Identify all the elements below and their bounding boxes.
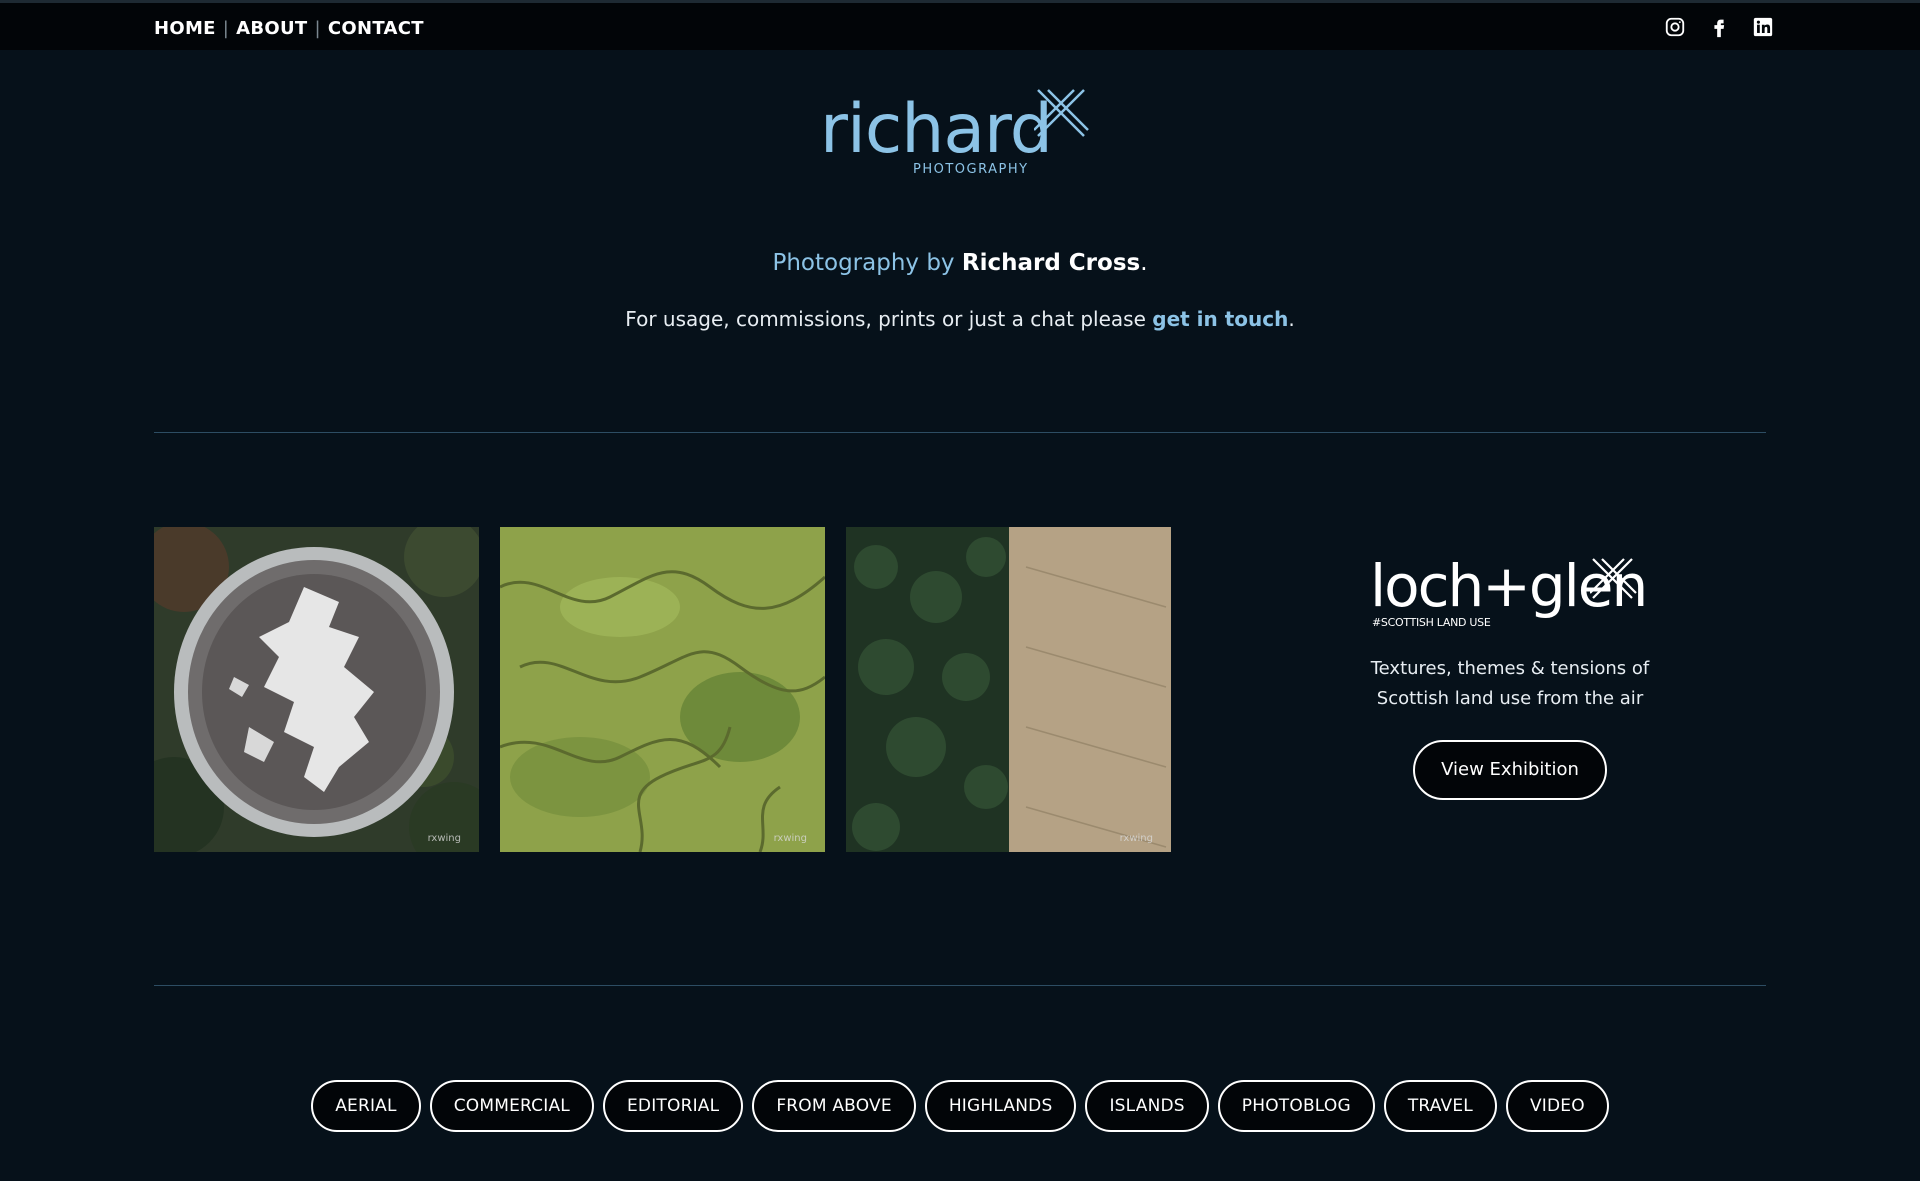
category-buttons: AERIAL COMMERCIAL EDITORIAL FROM ABOVE H… [0, 1080, 1920, 1132]
exhibition-description: Textures, themes & tensions of Scottish … [1340, 654, 1680, 714]
nav-about[interactable]: ABOUT [236, 18, 307, 39]
category-video[interactable]: VIDEO [1505, 1080, 1609, 1132]
photo-watermark: rxwing [1119, 833, 1153, 844]
category-commercial[interactable]: COMMERCIAL [429, 1080, 594, 1132]
nav-contact[interactable]: CONTACT [328, 18, 424, 39]
divider [154, 432, 1766, 433]
top-bar: HOME | ABOUT | CONTACT [0, 0, 1920, 50]
linkedin-icon[interactable] [1752, 16, 1774, 38]
site-logo[interactable]: richard PHOTOGRAPHY [820, 84, 1090, 184]
tagline-name: Richard Cross [961, 250, 1141, 276]
category-photoblog[interactable]: PHOTOBLOG [1217, 1080, 1375, 1132]
view-exhibition-button[interactable]: View Exhibition [1413, 740, 1607, 800]
usage-text: For usage, commissions, prints or just a… [0, 307, 1920, 331]
exhibition-description-line: Textures, themes & tensions of [1370, 658, 1650, 679]
exhibition-promo: loch+glen #SCOTTISH LAND USE Textures, t… [1340, 552, 1680, 800]
photo-scotland-pond[interactable]: rxwing [154, 527, 479, 852]
nav-home[interactable]: HOME [154, 18, 216, 39]
featured-photos: rxwing rxwing rxwing [154, 527, 1171, 852]
loch-glen-x-mark-icon [1590, 558, 1637, 599]
main-nav: HOME | ABOUT | CONTACT [154, 18, 424, 39]
usage-suffix: . [1288, 307, 1295, 331]
instagram-icon[interactable] [1664, 16, 1686, 38]
usage-prefix: For usage, commissions, prints or just a… [625, 307, 1153, 331]
exhibition-description-line: Scottish land use from the air [1376, 688, 1644, 709]
divider [154, 985, 1766, 986]
category-editorial[interactable]: EDITORIAL [602, 1080, 744, 1132]
nav-separator: | [222, 18, 230, 39]
logo-subtitle: PHOTOGRAPHY [913, 162, 1029, 177]
category-highlands[interactable]: HIGHLANDS [924, 1080, 1077, 1132]
logo-wordmark: richard [820, 90, 1053, 169]
tagline: Photography by Richard Cross. [0, 250, 1920, 276]
tagline-prefix: Photography by [772, 250, 962, 276]
category-aerial[interactable]: AERIAL [311, 1080, 421, 1132]
loch-glen-subtitle: #SCOTTISH LAND USE [1372, 616, 1491, 629]
logo-x-mark-icon [1034, 89, 1089, 137]
get-in-touch-link[interactable]: get in touch [1152, 307, 1288, 331]
tagline-suffix: . [1140, 250, 1148, 276]
category-from-above[interactable]: FROM ABOVE [752, 1080, 916, 1132]
nav-separator: | [314, 18, 321, 39]
photo-green-marsh[interactable]: rxwing [500, 527, 825, 852]
category-islands[interactable]: ISLANDS [1085, 1080, 1209, 1132]
category-travel[interactable]: TRAVEL [1383, 1080, 1497, 1132]
facebook-icon[interactable] [1708, 16, 1730, 38]
photo-watermark: rxwing [773, 833, 807, 844]
social-links [1664, 16, 1774, 38]
photo-forest-felled[interactable]: rxwing [846, 527, 1171, 852]
photo-watermark: rxwing [427, 833, 461, 844]
loch-glen-logo[interactable]: loch+glen #SCOTTISH LAND USE [1370, 552, 1650, 632]
